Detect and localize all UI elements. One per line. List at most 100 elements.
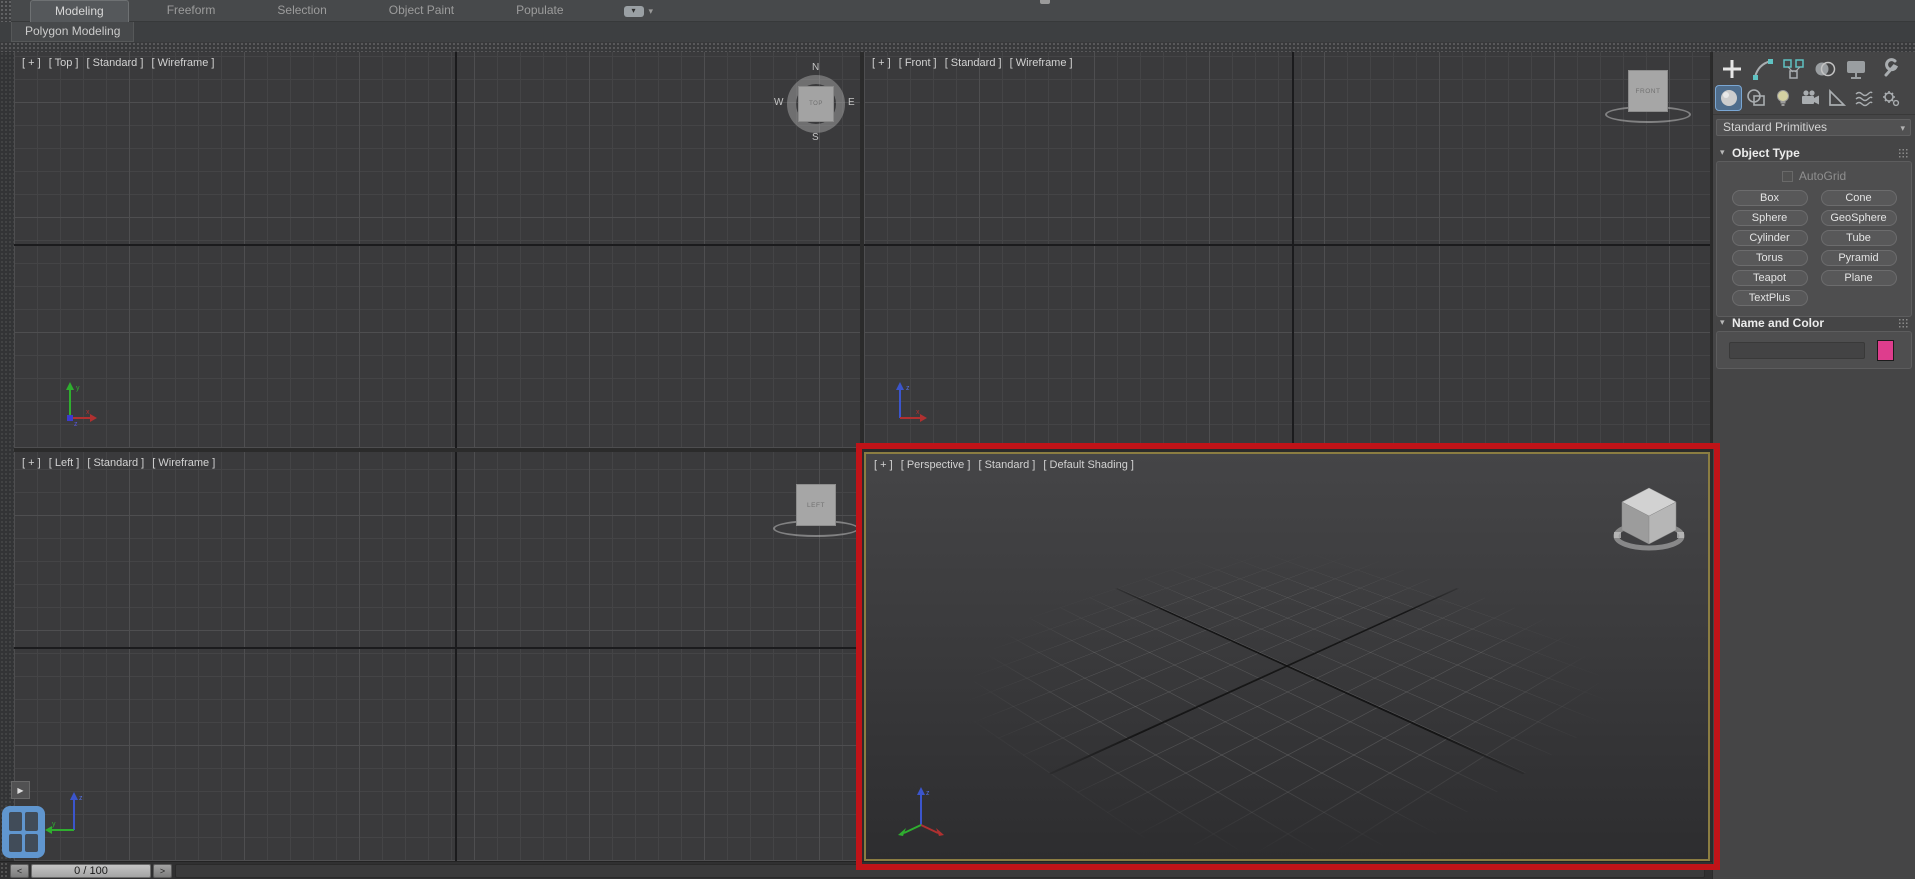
quad-cell [9,812,22,831]
ribbon-top-grip[interactable] [1040,0,1050,4]
viewcube-compass[interactable]: N S W E TOP [776,64,856,144]
rollout-pin-icon[interactable] [1898,148,1908,158]
systems-category-icon[interactable] [1877,85,1904,111]
viewport-general-menu[interactable]: [ + ] [22,57,41,69]
viewport-left-grid [14,452,860,861]
viewport-renderer-menu[interactable]: [ Standard ] [87,57,144,69]
viewport-left[interactable]: [ + ] [ Left ] [ Standard ] [ Wireframe … [14,452,860,861]
ribbon-panel-polygon-modeling[interactable]: Polygon Modeling [11,22,134,42]
viewport-renderer-menu[interactable]: [ Standard ] [87,457,144,469]
object-type-rollout: ▾ Object Type AutoGrid Box Cone Sphere G… [1716,144,1912,317]
viewcube-top-face[interactable]: TOP [798,86,834,122]
autogrid-row: AutoGrid [1717,162,1911,183]
object-name-input[interactable] [1729,342,1865,359]
compass-east[interactable]: E [848,97,855,108]
torus-button[interactable]: Torus [1732,250,1808,266]
plane-button[interactable]: Plane [1821,270,1897,286]
time-slider-track[interactable] [175,864,1705,878]
name-and-color-rollout-header[interactable]: ▾ Name and Color [1716,314,1912,331]
viewport-general-menu[interactable]: [ + ] [22,457,41,469]
3dsmax-application-window: { "ribbon": { "tabs": [ {"label": "Model… [0,0,1915,879]
create-tab-icon[interactable] [1716,55,1747,82]
previous-frame-button[interactable]: < [10,864,29,878]
viewport-shading-menu[interactable]: [ Wireframe ] [152,457,215,469]
quad-layout-icon [9,812,38,852]
ribbon-tab-modeling[interactable]: Modeling [30,0,129,22]
box-button[interactable]: Box [1732,190,1808,206]
sphere-button[interactable]: Sphere [1732,210,1808,226]
viewport-pov-menu[interactable]: [ Perspective ] [901,459,971,471]
compass-north[interactable]: N [812,62,819,73]
ribbon-minimize-icon[interactable]: ▾ [624,6,644,17]
layout-flyout-arrow[interactable]: ▶ [11,781,30,799]
display-tab-icon[interactable] [1840,55,1871,82]
ribbon-tab-freeform[interactable]: Freeform [143,0,240,22]
viewcube-perspective[interactable] [1611,482,1689,554]
rollout-pin-icon[interactable] [1898,318,1908,328]
ribbon-tab-bar: Modeling Freeform Selection Object Paint… [0,0,1915,22]
compass-west[interactable]: W [774,97,783,108]
viewcube-front[interactable]: FRONT [1603,66,1693,128]
motion-tab-icon[interactable] [1809,55,1840,82]
viewcube-front-face[interactable]: FRONT [1628,70,1668,112]
primitives-dropdown[interactable]: Standard Primitives ▾ [1716,119,1911,136]
modify-tab-icon[interactable] [1747,55,1778,82]
viewport-shading-menu[interactable]: [ Wireframe ] [1010,57,1073,69]
viewport-pov-menu[interactable]: [ Front ] [899,57,937,69]
object-type-buttons: Box Cone Sphere GeoSphere Cylinder Tube … [1717,183,1911,316]
perspective-ground-grid [891,530,1683,861]
space-warps-category-icon[interactable] [1850,85,1877,111]
tube-button[interactable]: Tube [1821,230,1897,246]
viewport-left-label: [ + ] [ Left ] [ Standard ] [ Wireframe … [22,457,220,469]
geometry-category-icon[interactable] [1715,85,1742,111]
viewport-renderer-menu[interactable]: [ Standard ] [978,459,1035,471]
viewport-shading-menu[interactable]: [ Default Shading ] [1043,459,1134,471]
cylinder-button[interactable]: Cylinder [1732,230,1808,246]
layout-tab-quad-icon[interactable] [2,806,45,858]
next-frame-button[interactable]: > [153,864,172,878]
viewport-top[interactable]: [ + ] [ Top ] [ Standard ] [ Wireframe ]… [14,52,860,448]
viewport-shading-menu[interactable]: [ Wireframe ] [151,57,214,69]
hierarchy-tab-icon[interactable] [1778,55,1809,82]
viewcube-left-face[interactable]: LEFT [796,484,836,526]
viewport-front-label: [ + ] [ Front ] [ Standard ] [ Wireframe… [872,57,1078,69]
viewport-general-menu[interactable]: [ + ] [872,57,891,69]
ribbon-tab-selection[interactable]: Selection [253,0,350,22]
lights-category-icon[interactable] [1769,85,1796,111]
compass-south[interactable]: S [812,132,819,143]
autogrid-checkbox[interactable] [1782,171,1793,182]
utilities-tab-icon[interactable] [1871,55,1902,82]
color-swatch[interactable] [1877,340,1894,361]
ribbon-tab-object-paint[interactable]: Object Paint [365,0,478,22]
viewport-front[interactable]: [ + ] [ Front ] [ Standard ] [ Wireframe… [864,52,1710,448]
toolbar-dock-strip[interactable] [0,42,1915,52]
object-type-rollout-title: Object Type [1732,146,1800,160]
svg-text:y: y [76,385,80,392]
chevron-down-icon[interactable]: ▾ [649,6,654,17]
svg-text:z: z [926,790,930,797]
textplus-button[interactable]: TextPlus [1732,290,1808,306]
viewport-general-menu[interactable]: [ + ] [874,459,893,471]
rollout-expand-icon[interactable]: ▾ [1716,147,1732,158]
viewport-pov-menu[interactable]: [ Left ] [49,457,80,469]
ribbon-tab-populate[interactable]: Populate [492,0,587,22]
helpers-category-icon[interactable] [1823,85,1850,111]
time-slider-bar: < 0 / 100 > [0,861,1712,879]
rollout-expand-icon[interactable]: ▾ [1716,317,1732,328]
viewport-top-label: [ + ] [ Top ] [ Standard ] [ Wireframe ] [22,57,219,69]
cameras-category-icon[interactable] [1796,85,1823,111]
viewport-perspective[interactable]: [ + ] [ Perspective ] [ Standard ] [ Def… [864,452,1710,861]
time-slider-handle[interactable]: 0 / 100 [31,864,151,878]
object-type-rollout-header[interactable]: ▾ Object Type [1716,144,1912,161]
name-and-color-rollout-body [1716,331,1912,369]
teapot-button[interactable]: Teapot [1732,270,1808,286]
time-bar-grip[interactable] [0,862,9,879]
viewport-pov-menu[interactable]: [ Top ] [49,57,79,69]
pyramid-button[interactable]: Pyramid [1821,250,1897,266]
cone-button[interactable]: Cone [1821,190,1897,206]
quad-cell [25,812,38,831]
viewport-renderer-menu[interactable]: [ Standard ] [945,57,1002,69]
shapes-category-icon[interactable] [1742,85,1769,111]
viewcube-left[interactable]: LEFT [771,480,860,542]
geosphere-button[interactable]: GeoSphere [1821,210,1897,226]
